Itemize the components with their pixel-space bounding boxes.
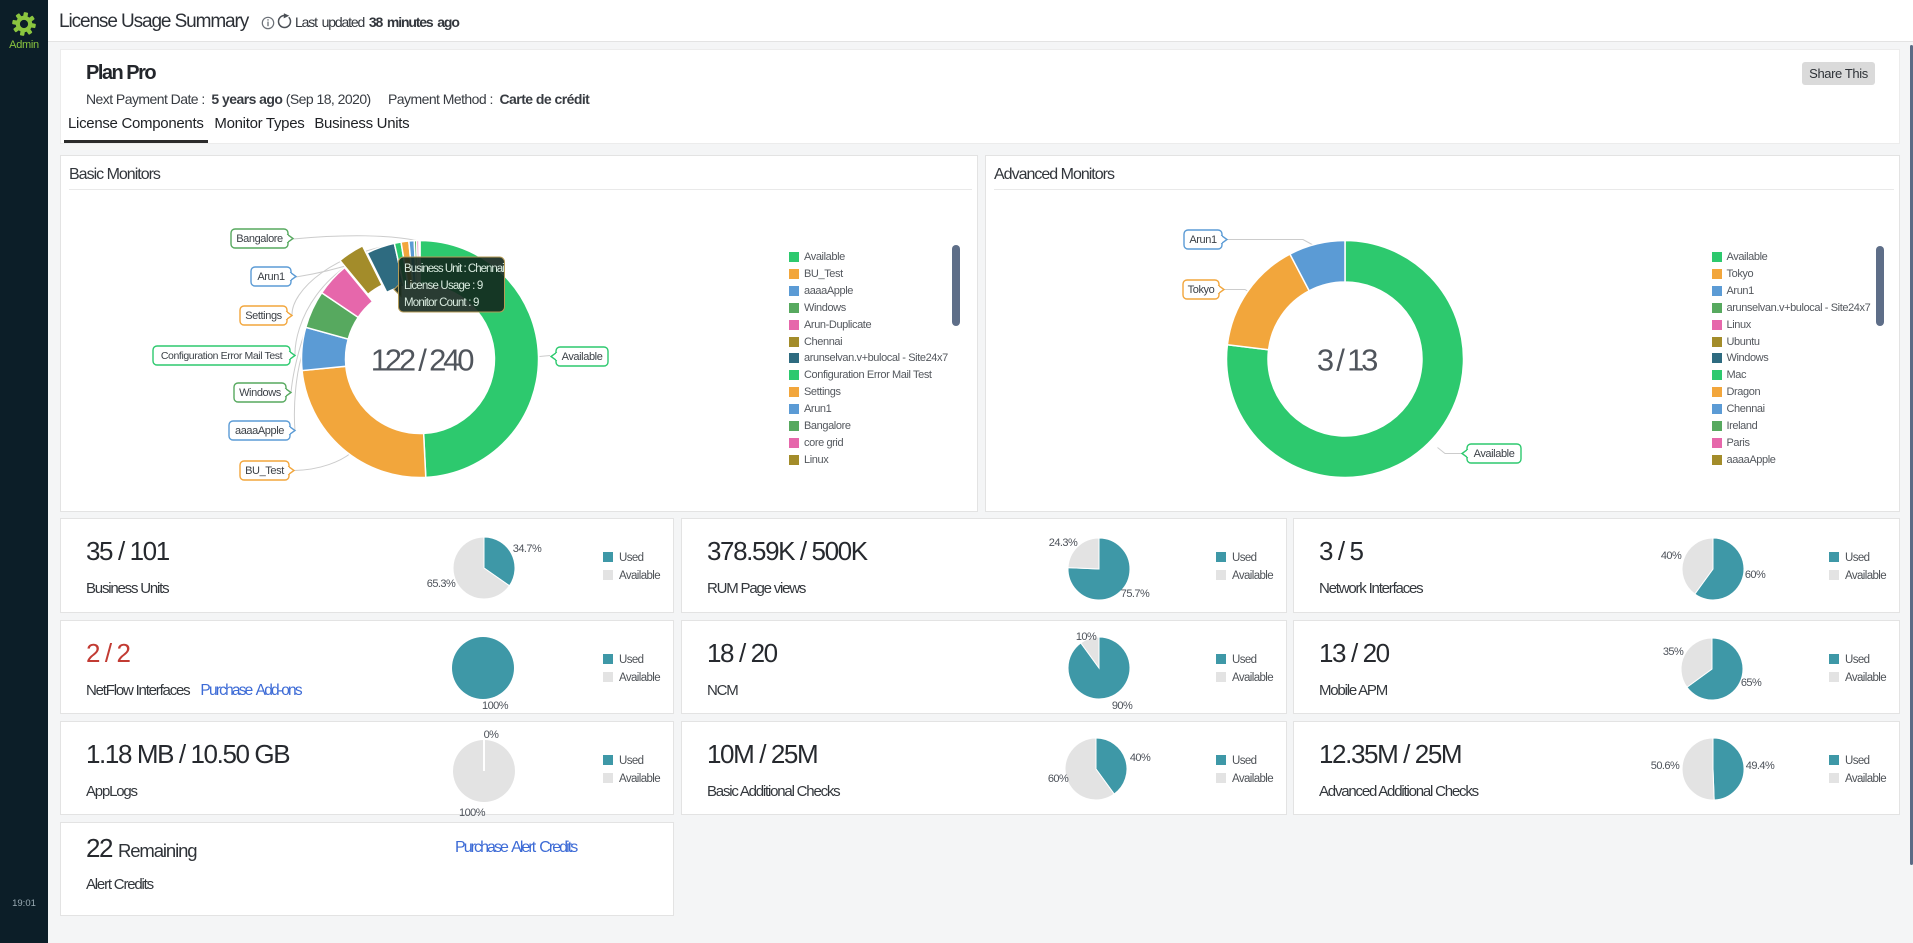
svg-text:Available: Available	[562, 351, 603, 363]
svg-text:Monitor Count : 9: Monitor Count : 9	[404, 297, 479, 309]
svg-text:BU_Test: BU_Test	[245, 465, 284, 477]
svg-text:Bangalore: Bangalore	[236, 233, 283, 245]
svg-text:Business Unit : Chennai: Business Unit : Chennai	[404, 263, 504, 275]
svg-text:aaaaApple: aaaaApple	[235, 425, 284, 437]
svg-text:Arun1: Arun1	[257, 271, 285, 283]
svg-text:3 / 13: 3 / 13	[1317, 343, 1377, 378]
svg-text:Tokyo: Tokyo	[1188, 284, 1215, 296]
svg-text:License Usage : 9: License Usage : 9	[404, 280, 483, 292]
svg-text:122 / 240: 122 / 240	[371, 343, 474, 378]
svg-text:Configuration Error Mail Test: Configuration Error Mail Test	[161, 350, 283, 362]
svg-text:Arun1: Arun1	[1189, 234, 1217, 246]
svg-text:Available: Available	[1474, 448, 1515, 460]
svg-text:Windows: Windows	[239, 387, 282, 399]
svg-text:Settings: Settings	[245, 310, 282, 322]
